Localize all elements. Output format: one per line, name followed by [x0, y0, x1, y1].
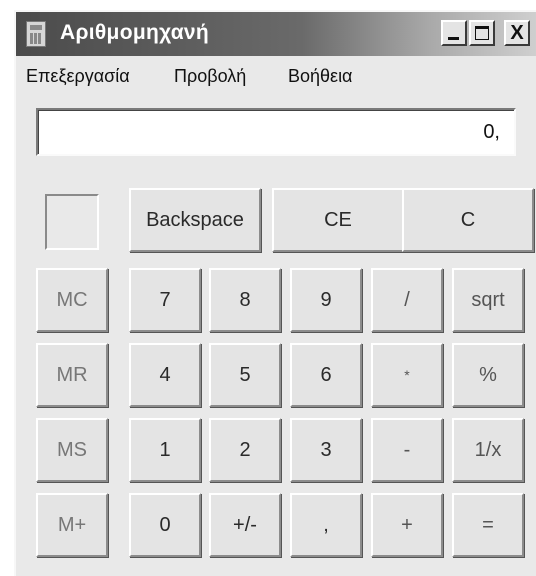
calculator-icon [26, 21, 46, 47]
backspace-button[interactable]: Backspace [129, 188, 261, 252]
display-field[interactable]: 0, [36, 108, 516, 156]
digit-2-button[interactable]: 2 [209, 418, 281, 482]
digit-9-button[interactable]: 9 [290, 268, 362, 332]
add-button[interactable]: + [371, 493, 443, 557]
memory-store-button[interactable]: MS [36, 418, 108, 482]
subtract-button[interactable]: - [371, 418, 443, 482]
window-title: Αριθμομηχανή [60, 21, 210, 44]
maximize-icon [475, 26, 489, 40]
digit-1-button[interactable]: 1 [129, 418, 201, 482]
memory-recall-button[interactable]: MR [36, 343, 108, 407]
memory-add-button[interactable]: M+ [36, 493, 108, 557]
minimize-button[interactable] [441, 20, 467, 46]
percent-button[interactable]: % [452, 343, 524, 407]
decimal-button[interactable]: , [290, 493, 362, 557]
sign-toggle-button[interactable]: +/- [209, 493, 281, 557]
clear-entry-button[interactable]: CE [272, 188, 404, 252]
digit-3-button[interactable]: 3 [290, 418, 362, 482]
menu-help[interactable]: Βοήθεια [288, 66, 352, 87]
title-bar[interactable]: Αριθμομηχανή X [16, 12, 536, 56]
menu-view[interactable]: Προβολή [174, 66, 246, 87]
maximize-button[interactable] [469, 20, 495, 46]
digit-6-button[interactable]: 6 [290, 343, 362, 407]
minimize-icon [448, 37, 459, 40]
memory-indicator [45, 194, 99, 250]
menu-bar: Επεξεργασία Προβολή Βοήθεια [16, 64, 536, 90]
divide-button[interactable]: / [371, 268, 443, 332]
menu-edit[interactable]: Επεξεργασία [26, 66, 130, 87]
close-icon: X [510, 22, 524, 44]
digit-8-button[interactable]: 8 [209, 268, 281, 332]
multiply-button[interactable]: * [371, 343, 443, 407]
display-value: 0, [483, 121, 500, 143]
memory-clear-button[interactable]: MC [36, 268, 108, 332]
equals-button[interactable]: = [452, 493, 524, 557]
calculator-window: Αριθμομηχανή X Επεξεργασία Προβολή Βοήθε… [14, 10, 536, 576]
reciprocal-button[interactable]: 1/x [452, 418, 524, 482]
digit-0-button[interactable]: 0 [129, 493, 201, 557]
digit-4-button[interactable]: 4 [129, 343, 201, 407]
close-button[interactable]: X [504, 20, 530, 46]
digit-5-button[interactable]: 5 [209, 343, 281, 407]
clear-button[interactable]: C [402, 188, 534, 252]
digit-7-button[interactable]: 7 [129, 268, 201, 332]
sqrt-button[interactable]: sqrt [452, 268, 524, 332]
